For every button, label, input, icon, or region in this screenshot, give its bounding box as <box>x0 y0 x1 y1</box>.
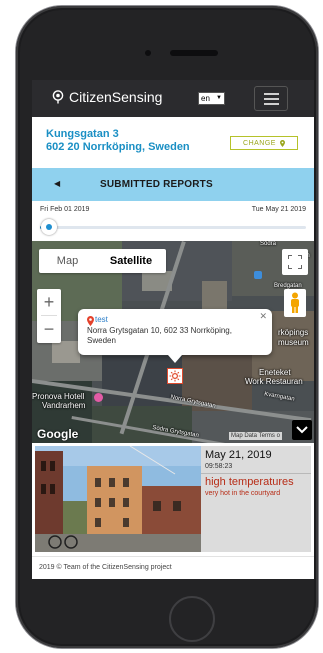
poi-label: Vandrarhem <box>42 401 86 410</box>
chevron-down-icon <box>296 426 308 434</box>
location-city: 602 20 Norrköping, Sweden <box>46 141 190 153</box>
report-marker[interactable] <box>167 368 183 384</box>
zoom-out-button[interactable]: − <box>37 316 61 342</box>
google-logo: Google <box>37 427 79 441</box>
report-title: high temperatures <box>205 476 294 488</box>
poi-label: museum <box>278 338 309 347</box>
street-view-button[interactable] <box>284 289 306 317</box>
brand[interactable]: CitizenSensing <box>52 89 162 105</box>
change-location-button[interactable]: CHANGE <box>230 136 298 150</box>
map-type-satellite-button[interactable]: Satellite <box>96 249 166 273</box>
poi-label: Work Restauran <box>245 377 303 386</box>
map-view[interactable]: Pronova Hotell Vandrarhem Eneteket Work … <box>32 241 314 443</box>
menu-toggle-button[interactable] <box>254 86 288 111</box>
hamburger-line <box>264 103 279 105</box>
report-card[interactable]: May 21, 2019 09:58:23 high temperatures … <box>32 443 314 556</box>
reports-header: ◀ SUBMITTED REPORTS <box>32 168 314 201</box>
courtyard-photo <box>35 446 201 552</box>
sun-icon <box>169 370 181 382</box>
navbar: CitizenSensing en ▼ <box>32 80 314 117</box>
report-time: 09:58:23 <box>205 463 233 470</box>
collapse-left-icon[interactable]: ◀ <box>54 179 60 188</box>
change-label: CHANGE <box>243 139 276 147</box>
end-date: Tue May 21 2019 <box>251 206 306 213</box>
map-info-window: test Norra Grytsgatan 10, 602 33 Norrköp… <box>78 309 272 363</box>
poi-label: Eneteket <box>259 368 291 377</box>
hamburger-line <box>264 98 279 100</box>
report-description: very hot in the courtyard <box>205 490 281 497</box>
report-date: May 21, 2019 <box>205 449 272 461</box>
pegman-icon <box>291 292 299 313</box>
home-button[interactable] <box>169 596 215 642</box>
info-window-address: Norra Grytsgatan 10, 602 33 Norrköping, … <box>87 326 232 345</box>
fullscreen-button[interactable] <box>282 249 308 275</box>
camera-icon <box>145 50 151 56</box>
slider-track[interactable] <box>40 226 306 229</box>
app-screen: CitizenSensing en ▼ Kungsgatan 3 602 20 … <box>32 80 314 579</box>
reports-title: SUBMITTED REPORTS <box>100 179 213 190</box>
caret-down-icon: ▼ <box>216 95 222 101</box>
map-attribution[interactable]: Map Data Terms o <box>229 432 282 440</box>
street-label: Kvarngatan <box>263 391 295 403</box>
hamburger-line <box>264 93 279 95</box>
slider-handle-dot <box>46 224 53 230</box>
map-pin-icon <box>87 316 94 326</box>
location-panel: Kungsgatan 3 602 20 Norrköping, Sweden C… <box>32 117 314 168</box>
zoom-control: + − <box>37 289 61 343</box>
start-date: Fri Feb 01 2019 <box>40 206 90 213</box>
map-type-map-button[interactable]: Map <box>39 249 96 273</box>
zoom-in-button[interactable]: + <box>37 289 61 315</box>
location-street: Kungsgatan 3 <box>46 128 119 140</box>
fullscreen-icon <box>288 255 302 269</box>
map-type-control: Map Satellite <box>39 249 166 273</box>
slider-handle[interactable] <box>41 219 58 235</box>
speaker-icon <box>170 50 218 56</box>
divider <box>201 473 311 474</box>
map-pin-icon <box>279 139 285 147</box>
report-photo[interactable] <box>35 446 201 552</box>
sensor-icon <box>52 90 64 104</box>
roof <box>202 281 227 311</box>
collapse-button[interactable] <box>292 420 312 440</box>
poi-label: Pronova Hotell <box>32 392 85 401</box>
roof <box>52 341 80 363</box>
language-value: en <box>201 94 210 103</box>
shopping-icon[interactable] <box>254 271 262 279</box>
poi-label: rköpings <box>278 328 309 337</box>
info-window-title[interactable]: test <box>95 315 108 324</box>
brand-name: CitizenSensing <box>69 89 163 105</box>
close-icon[interactable]: ✕ <box>259 311 267 322</box>
street-label: Södra <box>260 241 277 247</box>
footer: 2019 © Team of the CitizenSensing projec… <box>32 556 314 579</box>
hotel-icon[interactable] <box>94 393 103 402</box>
date-range-slider: Fri Feb 01 2019 Tue May 21 2019 <box>32 201 314 241</box>
footer-text: 2019 © Team of the CitizenSensing projec… <box>39 564 172 571</box>
report-details: May 21, 2019 09:58:23 high temperatures … <box>201 446 311 552</box>
language-select[interactable]: en ▼ <box>198 92 225 105</box>
